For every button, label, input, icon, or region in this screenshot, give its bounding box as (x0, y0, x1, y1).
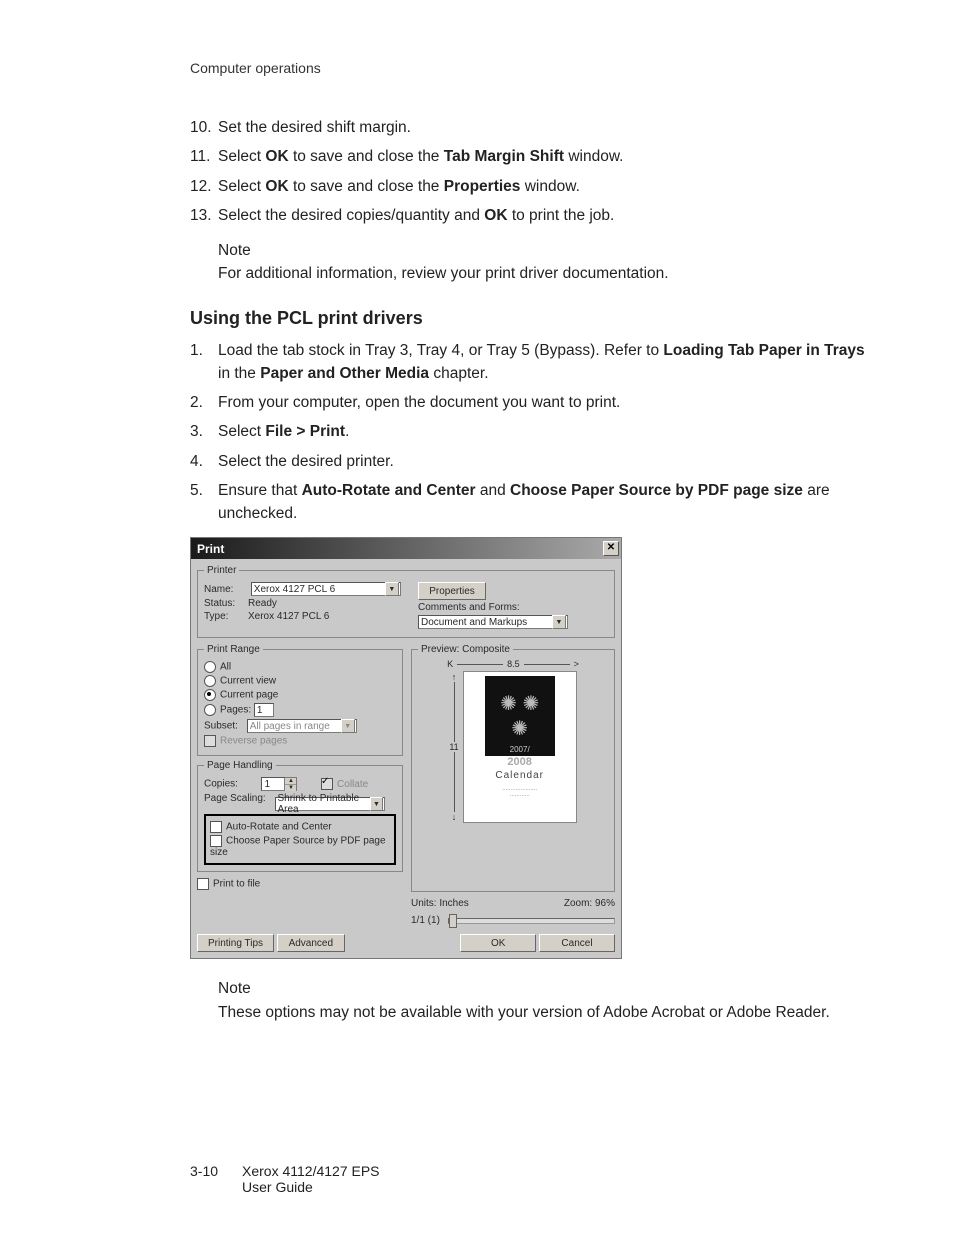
radio-pages[interactable]: Pages: 1 (204, 703, 396, 717)
step-num: 13. (190, 204, 212, 227)
preview-page: 2007/ 2008 Calendar ····················… (463, 671, 577, 823)
note-block: Note For additional information, review … (218, 239, 874, 286)
step-text: Select OK to save and close the Properti… (218, 178, 580, 195)
slider-thumb[interactable] (449, 914, 457, 928)
pages-input[interactable]: 1 (254, 703, 274, 717)
note-block-2: Note These options may not be available … (218, 977, 874, 1024)
range-legend: Print Range (204, 644, 263, 655)
step-num: 1. (190, 339, 203, 362)
step-text: Select File > Print. (218, 423, 349, 440)
zoom-value: 96% (595, 898, 615, 909)
section-header: Computer operations (190, 60, 874, 76)
preview-year: 2008 (507, 756, 531, 768)
check-collate[interactable]: Collate (321, 779, 368, 790)
subset-label: Subset: (204, 721, 238, 732)
note-label: Note (218, 239, 874, 262)
printer-name-select[interactable]: Xerox 4127 PCL 6▼ (251, 582, 401, 596)
scaling-label: Page Scaling: (204, 793, 266, 804)
ruler-vertical: ↑11↓ (449, 672, 458, 822)
preview-fineprint: ································· (475, 787, 565, 799)
scaling-select[interactable]: Shrink to Printable Area▼ (275, 797, 385, 811)
dialog-titlebar: Print ✕ (191, 538, 621, 559)
type-label: Type: (204, 611, 248, 622)
radio-current-view[interactable]: Current view (204, 675, 396, 687)
cancel-button[interactable]: Cancel (539, 934, 615, 952)
chevron-down-icon: ▼ (552, 615, 566, 629)
advanced-button[interactable]: Advanced (277, 934, 345, 952)
step-num: 4. (190, 450, 203, 473)
close-icon[interactable]: ✕ (603, 541, 619, 556)
note-text: These options may not be available with … (218, 1001, 874, 1024)
step-num: 10. (190, 116, 212, 139)
handling-legend: Page Handling (204, 760, 276, 771)
footer-doc-type: User Guide (242, 1179, 313, 1195)
dialog-title: Print (197, 542, 224, 556)
subset-select[interactable]: All pages in range▼ (247, 719, 357, 733)
section-title: Using the PCL print drivers (190, 308, 874, 329)
step-num: 3. (190, 420, 203, 443)
preview-area: K8.5> ↑11↓ 2007/ 2008 Calendar ·········… (418, 659, 608, 859)
step-text: Select OK to save and close the Tab Marg… (218, 148, 623, 165)
step-num: 5. (190, 479, 203, 502)
ok-button[interactable]: OK (460, 934, 536, 952)
print-dialog: Print ✕ Printer Name: Xerox 4127 PCL 6▼ … (190, 537, 622, 959)
printer-legend: Printer (204, 565, 239, 576)
chevron-down-icon: ▼ (370, 797, 382, 811)
preview-legend: Preview: Composite (418, 644, 513, 655)
units-label: Units: (411, 898, 437, 909)
check-auto-rotate[interactable]: Auto-Rotate and Center (210, 821, 390, 833)
status-label: Status: (204, 598, 248, 609)
page-footer: 3-10 Xerox 4112/4127 EPS User Guide (190, 1163, 380, 1195)
page-number: 3-10 (190, 1163, 226, 1195)
check-print-to-file[interactable]: Print to file (197, 878, 403, 890)
printing-tips-button[interactable]: Printing Tips (197, 934, 274, 952)
step-num: 2. (190, 391, 203, 414)
steps-list-b: 1. Load the tab stock in Tray 3, Tray 4, … (190, 339, 874, 526)
comments-label: Comments and Forms: (418, 602, 608, 613)
copies-spinner[interactable]: 1 ▲▼ (261, 777, 297, 791)
note-text: For additional information, review your … (218, 262, 874, 285)
radio-current-page[interactable]: Current page (204, 689, 396, 701)
note-label: Note (218, 977, 874, 1000)
steps-list-a: 10. Set the desired shift margin. 11. Sele… (190, 116, 874, 227)
check-reverse-pages[interactable]: Reverse pages (204, 735, 396, 747)
comments-select[interactable]: Document and Markups▼ (418, 615, 568, 629)
name-label: Name: (204, 584, 248, 595)
step-num: 11. (190, 145, 210, 168)
units-value: Inches (439, 898, 468, 909)
step-text: From your computer, open the document yo… (218, 394, 620, 411)
copies-label: Copies: (204, 779, 238, 790)
step-text: Load the tab stock in Tray 3, Tray 4, or… (218, 342, 865, 382)
type-value: Xerox 4127 PCL 6 (248, 611, 329, 622)
radio-all[interactable]: All (204, 661, 396, 673)
chevron-down-icon: ▼ (341, 719, 355, 733)
chevron-up-icon[interactable]: ▲ (285, 778, 296, 785)
zoom-slider[interactable] (448, 918, 615, 924)
step-text: Ensure that Auto-Rotate and Center and C… (218, 482, 830, 522)
step-text: Select the desired printer. (218, 453, 394, 470)
status-value: Ready (248, 598, 277, 609)
chevron-down-icon[interactable]: ▼ (285, 785, 296, 791)
footer-product: Xerox 4112/4127 EPS (242, 1163, 380, 1179)
ruler-horizontal: K8.5> (447, 659, 579, 669)
step-text: Set the desired shift margin. (218, 119, 411, 136)
step-text: Select the desired copies/quantity and O… (218, 207, 614, 224)
page-indicator: 1/1 (1) (411, 915, 440, 926)
step-num: 12. (190, 175, 212, 198)
preview-calendar-label: Calendar (495, 770, 544, 781)
chevron-down-icon: ▼ (385, 582, 399, 596)
zoom-label: Zoom: (564, 898, 592, 909)
properties-button[interactable]: Properties (418, 582, 486, 600)
highlighted-options: Auto-Rotate and Center Choose Paper Sour… (204, 814, 396, 865)
check-choose-source[interactable]: Choose Paper Source by PDF page size (210, 835, 390, 858)
preview-image: 2007/ (485, 676, 555, 756)
